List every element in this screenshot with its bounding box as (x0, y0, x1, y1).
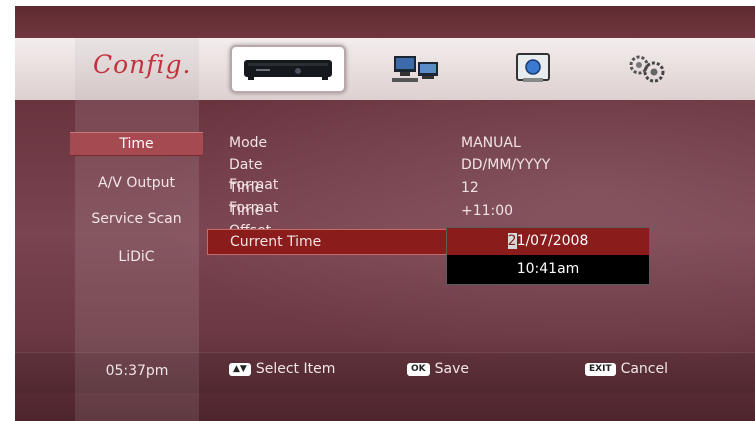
time-edit-field[interactable]: 10:41am (447, 255, 649, 284)
updown-key-icon: ▲▼ (229, 362, 251, 376)
time-editor-popup: 21/07/2008 10:41am (446, 227, 650, 285)
edit-cursor: 2 (507, 233, 517, 249)
setting-label: Mode (229, 135, 268, 151)
clock: 05:37pm (105, 363, 169, 379)
sidebar-item-time[interactable]: Time (70, 132, 203, 156)
hint-cancel: EXIT Cancel (585, 361, 668, 377)
set-top-box-icon (244, 60, 332, 80)
setting-value: 12 (461, 180, 479, 196)
hint-select-item: ▲▼ Select Item (229, 361, 335, 377)
hint-label: Cancel (620, 361, 669, 377)
network-computers-icon (392, 56, 438, 82)
hint-save: OK Save (407, 361, 469, 377)
setting-value: +11:00 (461, 203, 514, 219)
date-edit-value: 1/07/2008 (516, 233, 589, 249)
date-edit-field[interactable]: 21/07/2008 (447, 228, 649, 255)
ok-key-icon: OK (407, 362, 430, 376)
category-system-info[interactable] (502, 46, 566, 90)
category-network[interactable] (386, 46, 450, 90)
setting-value: DD/MM/YYYY (461, 157, 551, 173)
category-settings[interactable] (615, 46, 679, 90)
page-title: Config. (93, 50, 192, 79)
footer-bar: 05:37pm ▲▼ Select Item OK Save EXIT Canc… (15, 352, 755, 393)
sidebar-item-av-output[interactable]: A/V Output (70, 172, 203, 194)
hint-label: Save (434, 361, 469, 377)
gears-icon (629, 55, 665, 83)
sidebar-item-service-scan[interactable]: Service Scan (70, 208, 203, 230)
category-set-top-box[interactable] (230, 45, 346, 93)
certificate-screen-icon (516, 53, 550, 82)
top-bar (15, 6, 755, 38)
sidebar-item-lidic[interactable]: LiDiC (70, 246, 203, 268)
exit-key-icon: EXIT (585, 362, 616, 376)
hint-label: Select Item (255, 361, 336, 377)
tv-screen: Config. Time A/V Output Service Scan LiD… (15, 6, 755, 421)
setting-label: Current Time (230, 234, 322, 250)
config-header: Config. (15, 38, 755, 100)
setting-value: MANUAL (461, 135, 521, 151)
